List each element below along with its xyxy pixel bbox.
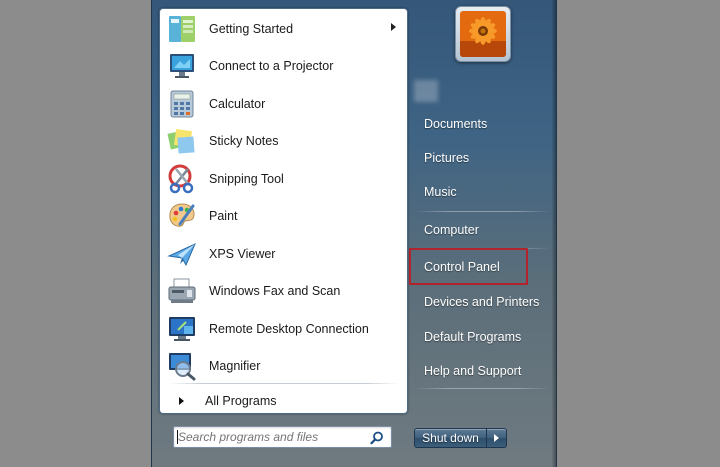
link-label: Devices and Printers bbox=[424, 295, 540, 309]
program-windows-fax-and-scan[interactable]: Windows Fax and Scan bbox=[160, 273, 407, 311]
program-calculator[interactable]: Calculator bbox=[160, 85, 407, 123]
program-connect-to-a-projector[interactable]: Connect to a Projector bbox=[160, 48, 407, 86]
link-label: Default Programs bbox=[424, 330, 522, 344]
all-programs-arrow-icon bbox=[179, 397, 184, 405]
link-help-and-support[interactable]: Help and Support bbox=[410, 356, 555, 386]
program-getting-started[interactable]: Getting Started bbox=[160, 10, 407, 48]
shutdown-group: Shut down bbox=[414, 428, 507, 448]
program-label: Snipping Tool bbox=[209, 171, 284, 186]
fax-scan-icon bbox=[168, 278, 196, 304]
magnifier-icon bbox=[169, 353, 196, 381]
link-computer[interactable]: Computer bbox=[410, 215, 555, 245]
link-label: Help and Support bbox=[424, 364, 522, 378]
control-panel-highlight bbox=[409, 248, 528, 285]
program-xps-viewer[interactable]: XPS Viewer bbox=[160, 235, 407, 273]
program-remote-desktop-connection[interactable]: Remote Desktop Connection bbox=[160, 310, 407, 348]
xps-viewer-icon bbox=[167, 242, 196, 266]
programs-pane: Getting Started Connect to a Projector C… bbox=[159, 8, 408, 414]
program-label: Calculator bbox=[209, 96, 266, 111]
program-label: Connect to a Projector bbox=[209, 59, 334, 74]
link-label: Music bbox=[424, 185, 457, 199]
shutdown-options-button[interactable] bbox=[487, 428, 507, 448]
program-magnifier[interactable]: Magnifier bbox=[160, 348, 407, 386]
chevron-right-icon bbox=[494, 434, 499, 442]
program-label: Getting Started bbox=[209, 21, 294, 36]
programs-separator bbox=[168, 383, 400, 384]
snipping-tool-icon bbox=[168, 164, 194, 193]
paint-palette-icon bbox=[169, 203, 195, 227]
search-icon[interactable] bbox=[370, 431, 384, 445]
link-label: Computer bbox=[424, 223, 479, 237]
program-label: Windows Fax and Scan bbox=[209, 284, 341, 299]
program-snipping-tool[interactable]: Snipping Tool bbox=[160, 160, 407, 198]
link-label: Pictures bbox=[424, 151, 470, 165]
link-documents[interactable]: Documents bbox=[410, 109, 555, 139]
all-programs-label: All Programs bbox=[205, 394, 277, 408]
getting-started-icon bbox=[169, 15, 195, 42]
link-pictures[interactable]: Pictures bbox=[410, 143, 555, 173]
program-sticky-notes[interactable]: Sticky Notes bbox=[160, 123, 407, 161]
sticky-notes-icon bbox=[167, 129, 195, 154]
program-label: XPS Viewer bbox=[209, 246, 276, 261]
shutdown-button[interactable]: Shut down bbox=[414, 428, 487, 448]
flower-picture bbox=[460, 11, 506, 57]
user-name[interactable] bbox=[414, 80, 438, 102]
program-label: Remote Desktop Connection bbox=[209, 321, 369, 336]
right-separator bbox=[414, 388, 550, 389]
text-caret bbox=[177, 430, 178, 444]
remote-desktop-icon bbox=[169, 316, 195, 341]
search-box[interactable] bbox=[173, 426, 392, 448]
program-label: Magnifier bbox=[209, 359, 261, 374]
right-separator bbox=[414, 211, 550, 212]
link-devices-and-printers[interactable]: Devices and Printers bbox=[410, 287, 555, 317]
start-menu: Getting Started Connect to a Projector C… bbox=[151, 0, 557, 467]
pinned-programs-list: Getting Started Connect to a Projector C… bbox=[160, 9, 407, 385]
search-input[interactable] bbox=[178, 429, 363, 445]
shutdown-label: Shut down bbox=[422, 431, 479, 445]
program-paint[interactable]: Paint bbox=[160, 198, 407, 236]
projector-icon bbox=[170, 54, 194, 79]
program-label: Paint bbox=[209, 209, 238, 224]
calculator-icon bbox=[170, 90, 194, 118]
link-music[interactable]: Music bbox=[410, 177, 555, 207]
submenu-arrow-icon[interactable] bbox=[391, 23, 396, 31]
all-programs-button[interactable]: All Programs bbox=[168, 390, 400, 412]
link-default-programs[interactable]: Default Programs bbox=[410, 322, 555, 352]
user-account-picture[interactable] bbox=[455, 6, 511, 62]
program-label: Sticky Notes bbox=[209, 134, 279, 149]
link-label: Documents bbox=[424, 117, 488, 131]
